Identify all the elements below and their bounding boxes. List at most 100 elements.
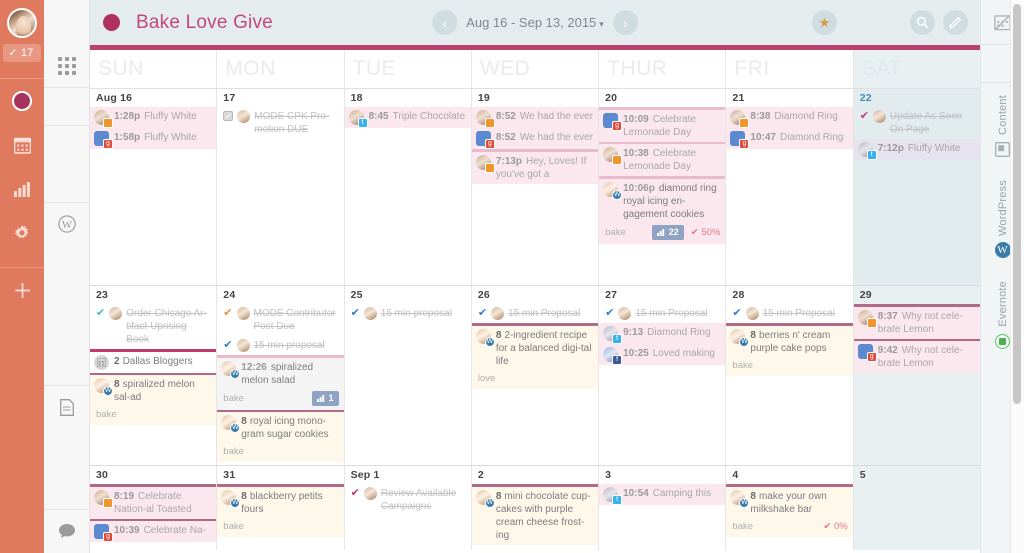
task-item[interactable]: ✔ 15 min Proposal	[726, 304, 852, 323]
social-message-item[interactable]: g 10:39 Celebrate Na-	[90, 518, 217, 542]
calendar-day-cell[interactable]: Aug 16 1:28p Fluffy White g 1:58p Fluffy Whit…	[90, 89, 218, 285]
calendar-day-cell[interactable]: 3 t 10:54 Camping this	[599, 466, 727, 553]
calendar-day-cell[interactable]: Sep 1 ✔ Review Available Campaigns	[344, 466, 472, 553]
post-item[interactable]: W 8 mini chocolate cup-cakes with purple c…	[471, 484, 599, 545]
social-message-item[interactable]: 8:19 Celebrate Nation-al Toasted	[90, 484, 217, 519]
favorite-button[interactable]: ★	[812, 10, 837, 35]
post-item[interactable]: W 8 berries n' cream purple cake pops bake	[726, 323, 853, 376]
social-message-item[interactable]: g 8:52 We had the ever	[471, 128, 599, 149]
social-message-item[interactable]: 1:28p Fluffy White	[90, 107, 217, 128]
item-title: Celebrate Na-	[143, 525, 206, 536]
calendar-day-cell[interactable]: 2 W 8 mini chocolate cup-cakes with purple …	[471, 466, 600, 553]
task-item[interactable]: ✔ 15 min proposal	[217, 336, 343, 355]
check-icon[interactable]: ✔	[96, 307, 105, 319]
sidebar-item-calendar-project[interactable]	[0, 79, 44, 123]
prev-period-button[interactable]: ‹	[432, 10, 458, 35]
group-event-item[interactable]: 2 Dallas Bloggers	[90, 349, 217, 373]
calendar-day-cell[interactable]: 21 8:38 Diamond Ring g 10:47 Diamond Ring	[726, 89, 854, 285]
calendar-day-cell[interactable]: 28 ✔ 15 min Proposal W 8 berries n' cream pur…	[726, 286, 854, 465]
social-message-item[interactable]: f 10:25 Loved making	[599, 344, 726, 365]
calendar-day-cell[interactable]: 24 ✔ MODE Contributor Post Due ✔ 15 min prop…	[217, 286, 345, 465]
calendar-day-cell[interactable]: 30 8:19 Celebrate Nation-al Toasted g 10:39 C…	[90, 466, 218, 553]
avatar	[491, 307, 505, 320]
sidebar-item-analytics[interactable]	[0, 167, 44, 211]
social-share-count-badge[interactable]: 22	[651, 224, 684, 240]
social-message-item[interactable]: 8:52 We had the ever	[471, 107, 599, 128]
social-message-item[interactable]: t 7:12p Fluffy White	[853, 139, 980, 160]
calendar-day-cell[interactable]: 17 MODE CPK Pro-motion DUE	[217, 89, 345, 285]
search-button[interactable]	[910, 10, 935, 35]
social-message-item[interactable]: 10:38 Celebrate Lemonade Day	[599, 141, 726, 176]
compose-button[interactable]	[943, 10, 968, 35]
calendar-day-cell[interactable]: 26 ✔ 15 min Proposal W 8 2-ingredient recipe …	[471, 286, 600, 465]
social-message-item[interactable]: t 9:13 Diamond Ring	[599, 323, 726, 344]
calendar-day-cell[interactable]: 20 g 10:09 Celebrate Lemonade Day 10:38 Celeb…	[599, 89, 727, 285]
task-item[interactable]: ✔ Update As Seen On Page	[854, 107, 980, 139]
task-item[interactable]: ✔ 15 min Proposal	[472, 304, 598, 323]
filter-content[interactable]	[44, 386, 90, 429]
sidebar-item-calendar[interactable]	[0, 123, 44, 167]
post-item[interactable]: W 12:26 spiralized melon salad bake 1	[217, 355, 344, 410]
task-item[interactable]: ✔ MODE Contributor Post Due	[217, 304, 343, 336]
social-message-item[interactable]: g 10:09 Celebrate Lemonade Day	[599, 107, 726, 142]
social-share-count-badge[interactable]: 1	[311, 390, 339, 406]
filter-all[interactable]	[43, 45, 90, 89]
user-avatar[interactable]	[7, 8, 37, 38]
check-icon[interactable]: ✔	[732, 307, 741, 319]
check-icon[interactable]: ✔	[351, 307, 360, 319]
social-message-item[interactable]: g 9:42 Why not cele-brate Lemon	[853, 338, 980, 373]
social-message-item[interactable]: t 10:54 Camping this	[599, 484, 726, 505]
calendar-day-cell[interactable]: 22 ✔ Update As Seen On Page t 7:12p Fluffy Wh…	[853, 89, 980, 285]
integration-group-evernote[interactable]: Evernote	[994, 269, 1011, 360]
post-item[interactable]: W 8 blackberry petits fours bake	[217, 484, 344, 537]
calendar-day-cell[interactable]: 29 8:37 Why not cele-brate Lemon g 9:42 Why n…	[853, 286, 980, 465]
post-item[interactable]: W 8 make your own milkshake bar bake ✔ 0%	[726, 484, 853, 537]
post-item[interactable]: W 10:06p diamond ring royal icing en-gagem…	[599, 176, 726, 244]
calendar-day-cell[interactable]: 19 8:52 We had the ever g 8:52 We had the eve…	[471, 89, 600, 285]
task-item[interactable]: MODE CPK Pro-motion DUE	[217, 107, 343, 139]
page-scrollbar-track[interactable]	[1010, 0, 1024, 553]
checkbox-icon[interactable]	[223, 110, 234, 122]
check-icon[interactable]: ✔	[223, 339, 232, 351]
integration-group-content[interactable]: Content	[994, 83, 1011, 168]
check-icon[interactable]: ✔	[605, 307, 614, 319]
calendar-day-cell[interactable]: 25 ✔ 15 min proposal	[344, 286, 472, 465]
calendar-day-cell[interactable]: 23 ✔ Order Chicago Ar-tifact Uprising Book…	[90, 286, 218, 465]
item-time: 8:45	[368, 111, 389, 122]
social-message-item[interactable]: g 10:47 Diamond Ring	[726, 128, 853, 149]
calendar-day-cell[interactable]: 31 W 8 blackberry petits fours bake	[217, 466, 345, 553]
post-item[interactable]: W 8 royal icing mono-gram sugar cookies bak…	[217, 409, 344, 462]
filter-wordpress[interactable]: W	[44, 203, 90, 246]
date-range-label[interactable]: Aug 16 - Sep 13, 2015 ▾	[466, 15, 604, 30]
task-item[interactable]: ✔ Review Available Campaigns	[345, 484, 471, 516]
social-message-item[interactable]: 7:13p Hey, Loves! If you've got a	[471, 149, 599, 184]
calendar-day-cell[interactable]: 27 ✔ 15 min Proposal t 9:13 Diamond Ring f 10:2…	[599, 286, 727, 465]
integration-group-wordpress[interactable]: WordPress W	[994, 168, 1011, 269]
check-icon[interactable]: ✔	[223, 307, 232, 319]
item-category-label: bake	[223, 446, 244, 457]
filter-comments[interactable]	[44, 510, 90, 553]
next-period-button[interactable]: ›	[612, 10, 638, 35]
post-item[interactable]: W 8 2-ingredient recipe for a balanced dig…	[471, 323, 599, 389]
page-scrollbar-thumb[interactable]	[1013, 4, 1021, 404]
task-count-badge[interactable]: ✓ 17	[3, 44, 41, 62]
item-body: t 7:12p Fluffy White	[853, 139, 980, 160]
calendar-day-cell[interactable]: 18 t 8:45 Triple Chocolate	[344, 89, 472, 285]
day-header-fri: FRI	[726, 50, 854, 88]
check-icon[interactable]: ✔	[351, 487, 360, 499]
social-message-item[interactable]: g 1:58p Fluffy White	[90, 128, 217, 149]
social-message-item[interactable]: 8:37 Why not cele-brate Lemon	[853, 304, 980, 339]
social-message-item[interactable]: t 8:45 Triple Chocolate	[344, 107, 471, 128]
social-message-item[interactable]: 8:38 Diamond Ring	[726, 107, 853, 128]
sidebar-item-settings[interactable]	[0, 211, 44, 255]
check-icon[interactable]: ✔	[478, 307, 487, 319]
calendar-day-cell[interactable]: 4 W 8 make your own milkshake bar bake ✔ 0%	[726, 466, 854, 553]
calendar-day-cell[interactable]: 5	[853, 466, 980, 553]
sidebar-item-add[interactable]	[0, 268, 44, 312]
post-item[interactable]: W 8 spiralized melon sal-ad bake	[90, 372, 217, 425]
item-category-label: bake	[223, 392, 244, 404]
check-icon[interactable]: ✔	[860, 110, 869, 122]
task-item[interactable]: ✔ 15 min Proposal	[599, 304, 725, 323]
task-item[interactable]: ✔ Order Chicago Ar-tifact Uprising Book	[90, 304, 216, 349]
task-item[interactable]: ✔ 15 min proposal	[345, 304, 471, 323]
